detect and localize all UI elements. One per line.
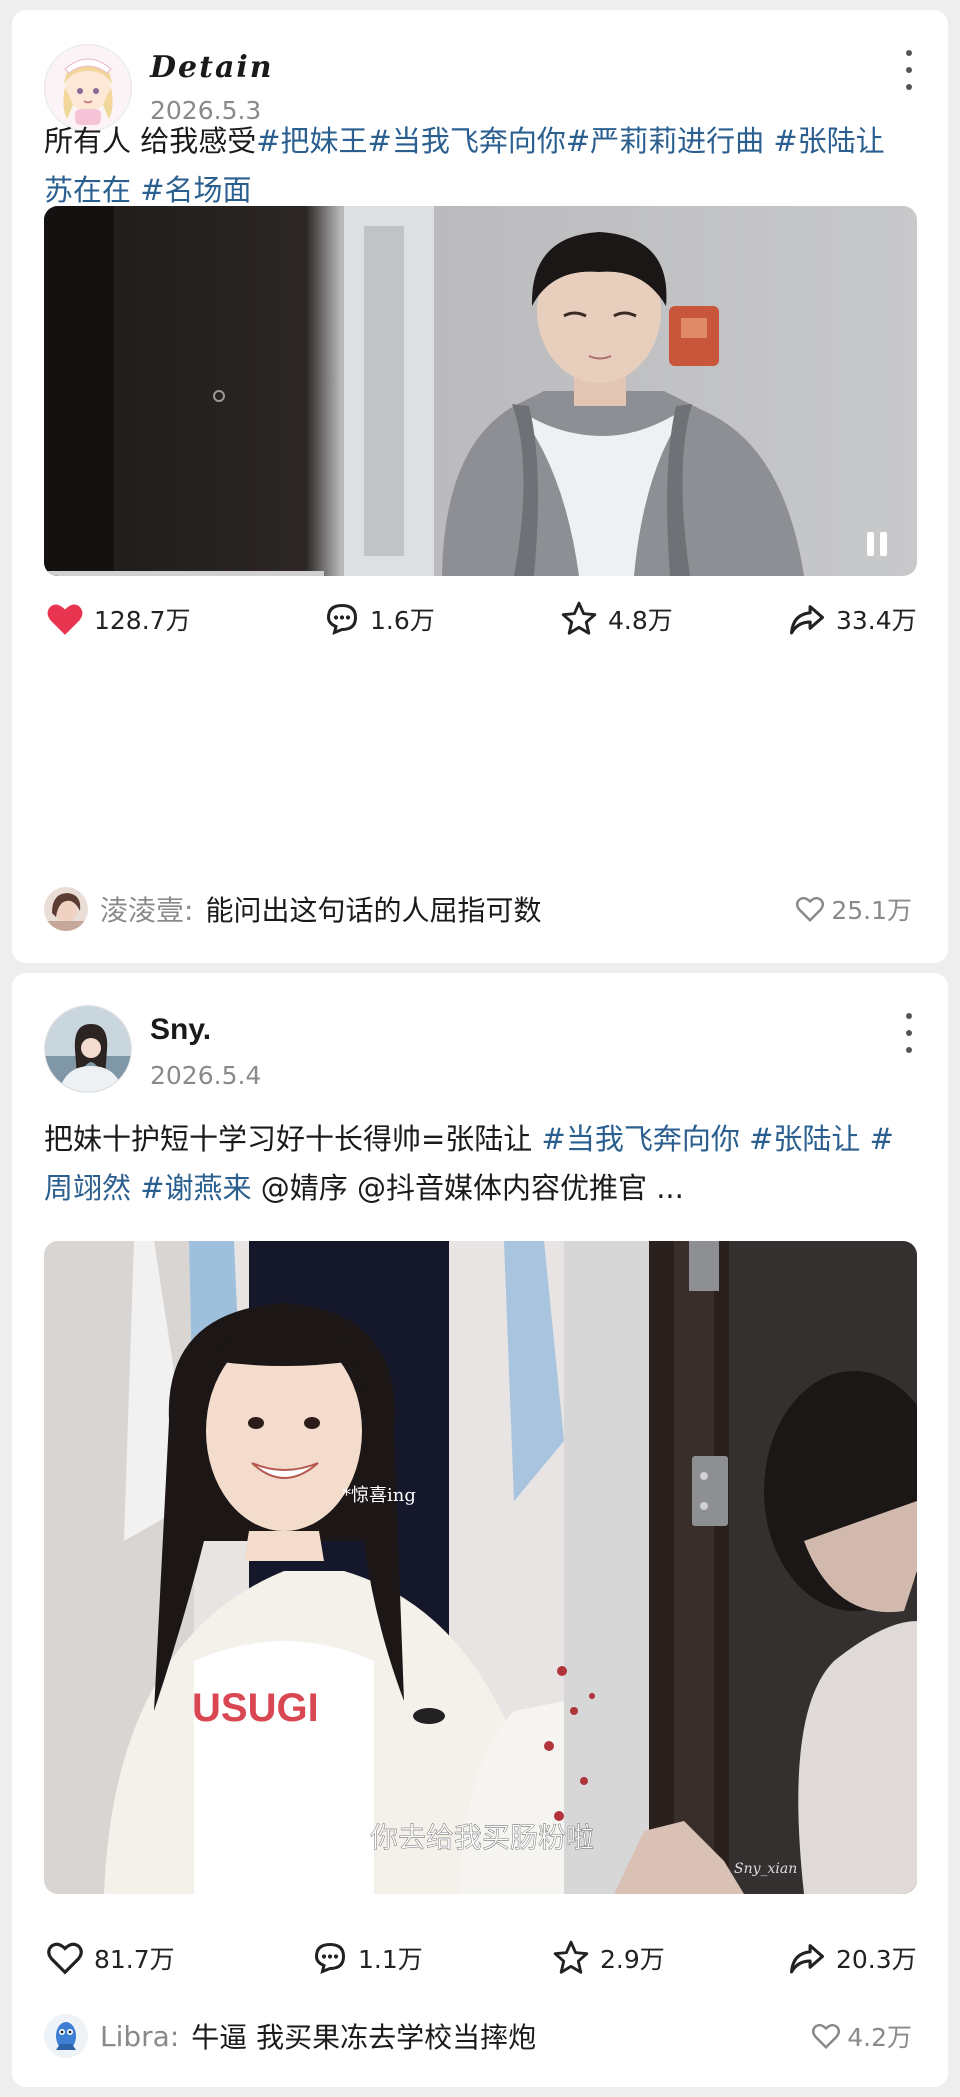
- caption-text: 把妹十护短十学习好十长得帅=张陆让: [44, 1122, 533, 1156]
- star-icon: [561, 601, 597, 635]
- share-button[interactable]: 20.3万: [788, 1936, 917, 1980]
- favorite-button[interactable]: 2.9万: [552, 1936, 665, 1980]
- more-vertical-icon[interactable]: [896, 50, 922, 90]
- favorite-button[interactable]: 4.8万: [560, 597, 673, 641]
- favorite-count: 2.9万: [600, 1945, 665, 1974]
- video-subtitle: 你去给我买肠粉啦: [370, 1821, 594, 1854]
- hashtag-link[interactable]: #当我飞奔向你: [542, 1122, 740, 1156]
- share-arrow-icon: [790, 605, 824, 635]
- caption-text: 所有人 给我感受: [44, 124, 257, 158]
- caption-text: [532, 1122, 541, 1156]
- share-button[interactable]: 33.4万: [788, 597, 917, 641]
- caption-text: [764, 124, 773, 158]
- post-card: Detain 2026.5.3 所有人 给我感受#把妹王#当我飞奔向你#严莉莉进…: [12, 10, 948, 963]
- post-actions: 128.7万 1.6万 4.8万 33.4万: [12, 597, 948, 641]
- post-caption: 把妹十护短十学习好十长得帅=张陆让 #当我飞奔向你 #张陆让 #周翊然 #谢燕来…: [44, 1115, 912, 1213]
- heart-icon: [47, 1942, 83, 1975]
- share-count: 33.4万: [836, 606, 917, 635]
- hashtag-link[interactable]: #谢燕来: [140, 1171, 251, 1205]
- watermark: Sny_xian: [734, 1861, 797, 1877]
- caption-text: @婧序 @抖音媒体内容优推官 ...: [251, 1171, 684, 1205]
- commenter-name[interactable]: 淩淩壹:: [100, 889, 193, 929]
- comment-button[interactable]: 1.1万: [312, 1936, 423, 1980]
- share-arrow-icon: [790, 1944, 824, 1974]
- top-comment[interactable]: 淩淩壹: 能问出这句话的人屈指可数 25.1万: [44, 885, 912, 933]
- post-date: 2026.5.4: [150, 1061, 262, 1090]
- commenter-avatar[interactable]: [44, 2014, 88, 2058]
- author-name[interactable]: Detain: [150, 50, 274, 85]
- commenter-avatar[interactable]: [44, 887, 88, 931]
- comment-count: 1.6万: [370, 606, 435, 635]
- hashtag-link[interactable]: #严莉莉进行曲: [566, 124, 764, 158]
- comment-like-button[interactable]: 25.1万: [795, 891, 912, 927]
- comment-like-button[interactable]: 4.2万: [811, 2018, 912, 2054]
- hashtag-link[interactable]: #名场面: [140, 173, 251, 207]
- heart-outline-icon: [796, 896, 825, 923]
- commenter-name[interactable]: Libra:: [100, 2020, 179, 2053]
- heart-icon: [47, 604, 83, 635]
- shirt-print: USUGI: [192, 1686, 319, 1730]
- caption-text: [860, 1122, 869, 1156]
- caption-text: [131, 173, 140, 207]
- author-avatar[interactable]: [44, 1005, 132, 1093]
- post-actions: 81.7万 1.1万 2.9万 20.3万: [12, 1936, 948, 1980]
- like-button[interactable]: 128.7万: [46, 597, 191, 641]
- hashtag-link[interactable]: #把妹王: [256, 124, 367, 158]
- overlay-caption: *惊喜ing: [342, 1485, 416, 1506]
- video-player[interactable]: [44, 206, 917, 576]
- like-button[interactable]: 81.7万: [46, 1936, 175, 1980]
- top-comment[interactable]: Libra: 牛逼 我买果冻去学校当摔炮 4.2万: [44, 2012, 912, 2060]
- favorite-count: 4.8万: [608, 606, 673, 635]
- share-count: 20.3万: [836, 1945, 917, 1974]
- comment-like-count: 25.1万: [831, 896, 912, 925]
- post-image[interactable]: USUGI *惊喜ing 你去给我买肠粉啦 Sny_xian: [44, 1241, 917, 1894]
- comment-text: 能问出这句话的人屈指可数: [205, 894, 542, 927]
- like-count: 81.7万: [94, 1945, 175, 1974]
- post-card: Sny. 2026.5.4 把妹十护短十学习好十长得帅=张陆让 #当我飞奔向你 …: [12, 973, 948, 2087]
- post-caption: 所有人 给我感受#把妹王#当我飞奔向你#严莉莉进行曲 #张陆让苏在在 #名场面: [44, 117, 912, 215]
- hashtag-link[interactable]: #张陆让: [749, 1122, 860, 1156]
- heart-outline-icon: [812, 2023, 841, 2050]
- more-vertical-icon[interactable]: [896, 1013, 922, 1053]
- like-count: 128.7万: [94, 606, 191, 635]
- caption-text: [131, 1171, 140, 1205]
- comment-bubble-icon: [314, 1942, 346, 1974]
- hashtag-link[interactable]: #当我飞奔向你: [368, 124, 566, 158]
- comment-like-count: 4.2万: [847, 2023, 912, 2052]
- author-name[interactable]: Sny.: [150, 1013, 211, 1047]
- star-icon: [553, 1940, 589, 1974]
- comment-count: 1.1万: [358, 1945, 423, 1974]
- comment-bubble-icon: [326, 603, 358, 635]
- comment-text: 牛逼 我买果冻去学校当摔炮: [191, 2021, 537, 2054]
- caption-text: [740, 1122, 749, 1156]
- comment-button[interactable]: 1.6万: [324, 597, 435, 641]
